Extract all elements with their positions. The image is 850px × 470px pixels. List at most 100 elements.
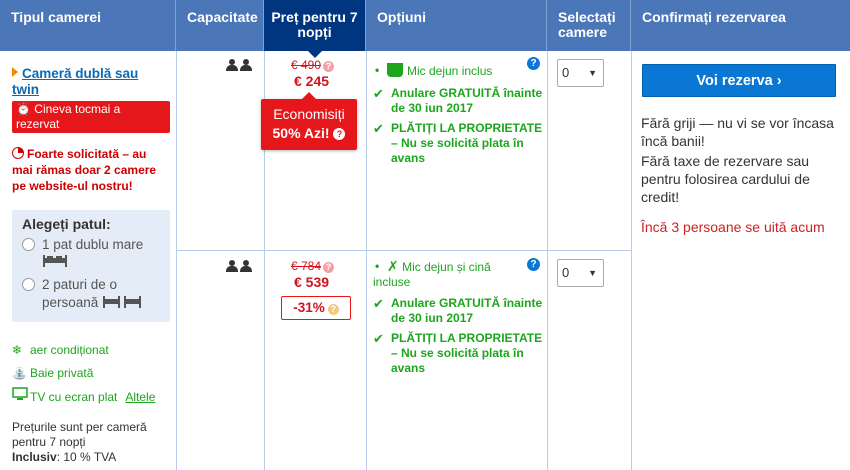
- header-room-type: Tipul camerei: [0, 0, 176, 51]
- cancellation-text: Anulare GRATUITĂ înainte de 30 iun 2017: [391, 296, 543, 325]
- help-icon[interactable]: ?: [333, 128, 346, 140]
- person-icon: [240, 59, 252, 71]
- select-value: 0: [562, 265, 570, 280]
- capacity-two-persons: [226, 259, 254, 275]
- pie-icon: [12, 147, 24, 159]
- column-divider: [366, 51, 367, 470]
- help-icon[interactable]: ?: [323, 61, 335, 72]
- payment-text: PLĂTIȚI LA PROPRIETATE – Nu se solicită …: [391, 121, 543, 165]
- header-price: Preț pentru 7 nopți: [264, 0, 366, 58]
- double-bed-icon: [43, 255, 67, 267]
- no-fees-note: Fără taxe de rezervare sau pentru folosi…: [641, 153, 810, 205]
- watching-count: Încă 3 persoane se uită acum: [641, 219, 825, 235]
- bed-option-twin[interactable]: 2 paturi de o persoană: [22, 276, 162, 312]
- more-facilities-link[interactable]: Altele: [125, 390, 155, 404]
- header-capacity: Capacitate: [176, 0, 264, 51]
- room-name-link[interactable]: Cameră dublă sau twin: [12, 66, 162, 98]
- help-icon[interactable]: ?: [527, 57, 540, 70]
- capacity-two-persons: [226, 58, 254, 74]
- cancellation-text: Anulare GRATUITĂ înainte de 30 iun 2017: [391, 86, 543, 115]
- bullet: •: [375, 63, 380, 77]
- column-divider: [176, 51, 177, 470]
- header-confirm: Confirmați rezervarea: [642, 9, 786, 25]
- meal-option: • Mic dejun inclus: [373, 63, 548, 79]
- alert-text: Cineva tocmai a rezervat: [16, 102, 121, 131]
- dropdown-arrow-icon: ▼: [588, 68, 597, 78]
- tv-icon: [12, 387, 30, 404]
- table-header: Tipul camerei Capacitate Preț pentru 7 n…: [0, 0, 850, 58]
- price-note-text: Prețurile sunt per cameră pentru 7 nopți: [12, 420, 147, 449]
- column-divider: [631, 51, 632, 470]
- person-icon: [240, 260, 252, 272]
- recently-booked-alert: ⏰ Cineva tocmai a rezervat: [12, 101, 170, 133]
- included-label: Inclusiv: [12, 450, 57, 464]
- room-count-select[interactable]: 0 ▼: [557, 259, 604, 287]
- meal-text: Mic dejun inclus: [373, 63, 493, 78]
- old-price-value: € 784: [291, 259, 322, 273]
- discount-badge: -31%?: [281, 296, 351, 320]
- meal-label: Mic dejun inclus: [407, 64, 493, 78]
- book-button[interactable]: Voi rezerva ›: [642, 64, 836, 97]
- room-name-label: Cameră dublă sau twin: [12, 66, 139, 97]
- savings-percent: 50% Azi! ?: [261, 125, 357, 141]
- savings-label: Economisiți: [273, 106, 345, 122]
- shower-icon: ⛲: [12, 366, 27, 380]
- payment-option: ✔ PLĂTIȚI LA PROPRIETATE – Nu se solicită…: [373, 121, 548, 166]
- cancellation-option: ✔ Anulare GRATUITĂ înainte de 30 iun 2017: [373, 86, 548, 116]
- facility-label: TV cu ecran plat: [30, 390, 118, 404]
- savings-badge: Economisiți 50% Azi! ?: [261, 92, 357, 150]
- bed-option-label: 1 pat dublu mare: [42, 237, 144, 252]
- bed-choice-title: Alegeți patul:: [22, 216, 111, 232]
- checkmark-icon: ✔: [373, 121, 384, 136]
- facility-ac: ❄ aer condiționat: [12, 343, 109, 357]
- no-charge-note: Fără griji — nu vi se vor încasa încă ba…: [641, 115, 834, 149]
- fork-knife-icon: ✗: [387, 258, 399, 274]
- book-button-label: Voi rezerva: [696, 73, 773, 89]
- cup-icon: [387, 63, 403, 77]
- cancellation-option: ✔ Anulare GRATUITĂ înainte de 30 iun 2017: [373, 296, 548, 326]
- meal-option: • ✗ Mic dejun și cină incluse: [373, 259, 523, 290]
- price-note: Prețurile sunt per cameră pentru 7 nopți…: [12, 420, 172, 465]
- room-count-select[interactable]: 0 ▼: [557, 59, 604, 87]
- alarm-clock-icon: ⏰: [16, 102, 31, 116]
- radio-button[interactable]: [22, 278, 35, 291]
- discount-value: -31%: [293, 300, 325, 315]
- twin-bed-icon: [103, 296, 142, 308]
- facility-label: Baie privată: [30, 366, 94, 380]
- header-select: Selectați camere: [547, 0, 631, 51]
- arrow-icon: [12, 67, 18, 77]
- payment-option: ✔ PLĂTIȚI LA PROPRIETATE – Nu se solicită…: [373, 331, 548, 376]
- chevron-right-icon: ›: [776, 73, 782, 89]
- checkmark-icon: ✔: [373, 296, 384, 311]
- row-divider: [176, 250, 631, 251]
- bed-option-double[interactable]: 1 pat dublu mare: [22, 236, 143, 272]
- tax-text: : 10 % TVA: [56, 450, 117, 464]
- help-icon[interactable]: ?: [327, 304, 339, 315]
- header-options: Opțiuni: [366, 0, 547, 51]
- person-icon: [226, 260, 238, 272]
- bed-option-text: 2 paturi de o persoană: [22, 276, 162, 312]
- person-icon: [226, 59, 238, 71]
- dropdown-arrow-icon: ▼: [588, 268, 597, 278]
- bed-choice-box: Alegeți patul: 1 pat dublu mare 2 paturi…: [12, 210, 170, 322]
- help-icon[interactable]: ?: [323, 262, 335, 273]
- old-price-value: € 490: [291, 58, 322, 72]
- demand-text: Foarte solicitată – au mai rămas doar 2 …: [12, 147, 157, 193]
- demand-message: Foarte solicitată – au mai rămas doar 2 …: [12, 146, 170, 194]
- facility-bath: ⛲ Baie privată: [12, 366, 93, 380]
- bullet: •: [375, 259, 380, 273]
- new-price: € 539: [294, 274, 330, 290]
- snowflake-icon: ❄: [12, 343, 23, 357]
- checkmark-icon: ✔: [373, 331, 384, 346]
- checkmark-icon: ✔: [373, 86, 384, 101]
- old-price: € 490?: [291, 58, 335, 72]
- facility-label: aer condiționat: [30, 343, 109, 357]
- help-icon[interactable]: ?: [527, 258, 540, 271]
- select-value: 0: [562, 65, 570, 80]
- payment-text: PLĂTIȚI LA PROPRIETATE – Nu se solicită …: [391, 331, 543, 375]
- old-price: € 784?: [291, 259, 335, 273]
- meal-text: ✗ Mic dejun și cină incluse: [373, 258, 491, 290]
- savings-today: Azi!: [303, 125, 330, 141]
- radio-button[interactable]: [22, 238, 35, 251]
- new-price: € 245: [294, 73, 330, 89]
